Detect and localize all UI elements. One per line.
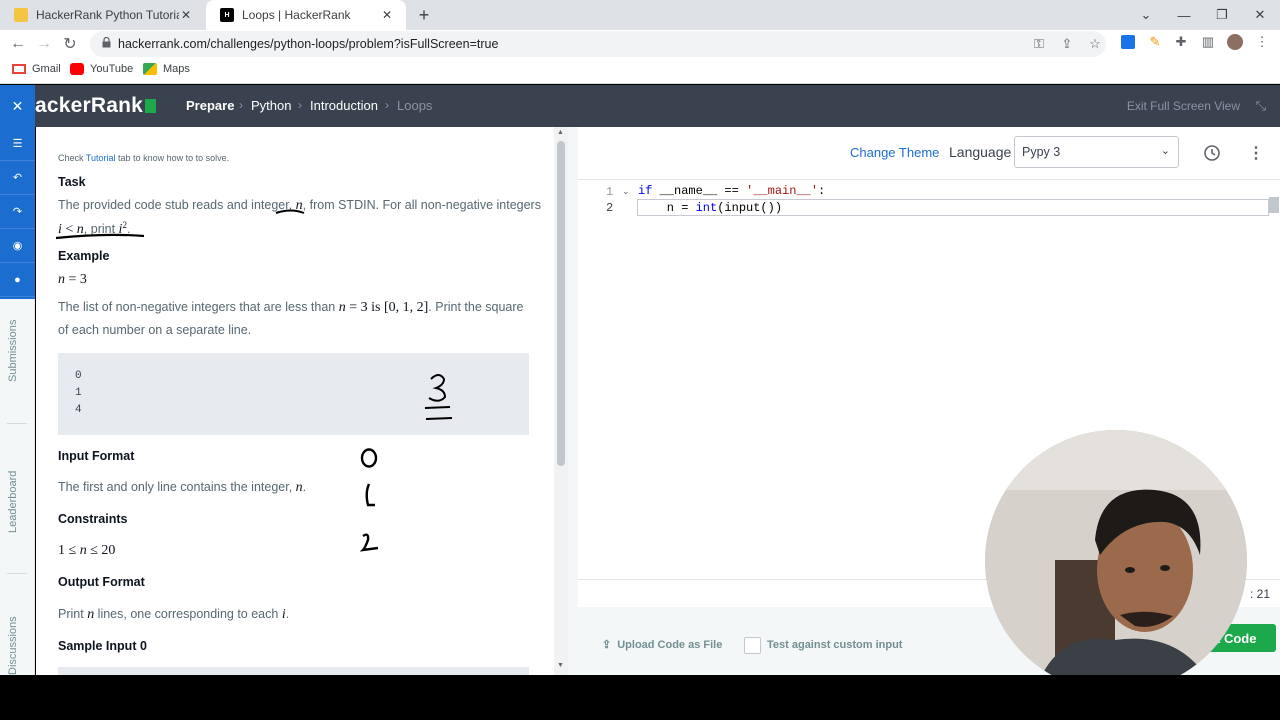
editor-scrollbar[interactable]: [1269, 197, 1279, 213]
browser-tab-tutorial[interactable]: HackerRank Python Tutorial - Pyt ✕: [0, 0, 205, 30]
presenter-video: [985, 430, 1247, 692]
handwritten-annotations: [55, 209, 453, 552]
language-label: Language: [949, 144, 1012, 160]
code-line-1[interactable]: if __name__ == '__main__':: [638, 184, 825, 198]
browser-toolbar: ← → ↻ hackerrank.com/challenges/python-l…: [0, 30, 1280, 58]
line-number: 2: [606, 201, 614, 215]
minimize-icon[interactable]: —: [1165, 0, 1203, 30]
tab-title: Loops | HackerRank: [242, 8, 351, 22]
problem-pane: Check Tutorial tab to know how to to sol…: [36, 127, 554, 675]
breadcrumb-loops: Loops: [397, 98, 433, 113]
back-icon[interactable]: ←: [6, 32, 30, 56]
custom-input-checkbox[interactable]: [744, 637, 761, 654]
more-options-icon[interactable]: ⋮: [1248, 143, 1264, 163]
custom-input-label: Test against custom input: [767, 639, 903, 651]
extension-blue-icon[interactable]: [1119, 33, 1137, 51]
redo-icon[interactable]: ↷: [0, 195, 35, 229]
close-panel-icon[interactable]: ✕: [0, 85, 35, 127]
left-rail: ☰ ↶ ↷ ◉ ● Submissions Leaderboard Discus…: [0, 127, 35, 675]
close-tab-icon[interactable]: ✕: [179, 8, 193, 22]
breadcrumb-separator: ›: [239, 98, 243, 112]
bookmark-maps[interactable]: Maps: [143, 63, 190, 75]
upload-icon: ⇪: [602, 639, 612, 651]
breadcrumb-prepare[interactable]: Prepare: [186, 98, 234, 113]
address-bar[interactable]: hackerrank.com/challenges/python-loops/p…: [90, 31, 1106, 57]
screen: HackerRank Python Tutorial - Pyt ✕ H Loo…: [0, 0, 1280, 720]
new-tab-icon[interactable]: +: [414, 0, 434, 30]
pane-splitter[interactable]: [568, 127, 578, 675]
folder-favicon-icon: [14, 8, 28, 22]
close-tab-icon[interactable]: ✕: [380, 8, 394, 22]
chrome-menu-icon[interactable]: ⋮: [1253, 33, 1271, 51]
youtube-icon: [70, 63, 84, 75]
hackerrank-favicon-icon: H: [220, 8, 234, 22]
share-icon[interactable]: ⇪: [1058, 35, 1076, 53]
browser-tab-loops[interactable]: H Loops | HackerRank ✕: [206, 0, 406, 30]
maps-icon: [143, 63, 157, 75]
hackerrank-header: ✕ ackerRank Prepare › Python › Introduct…: [0, 85, 1280, 127]
gmail-icon: [12, 64, 26, 74]
scroll-up-icon[interactable]: ▲: [557, 129, 564, 136]
letterbox-bar: [0, 675, 1280, 720]
breadcrumb-python[interactable]: Python: [251, 98, 291, 113]
browser-tabbar: HackerRank Python Tutorial - Pyt ✕ H Loo…: [0, 0, 1280, 30]
breadcrumb-introduction[interactable]: Introduction: [310, 98, 378, 113]
scroll-down-icon[interactable]: ▼: [557, 662, 564, 669]
forward-icon[interactable]: →: [32, 32, 56, 56]
code-line-2[interactable]: n = int(input()): [638, 201, 782, 215]
record-icon[interactable]: ●: [0, 263, 35, 297]
scrollbar-thumb[interactable]: [557, 141, 565, 466]
lock-icon: [102, 37, 111, 48]
rail-submissions[interactable]: Submissions: [7, 320, 19, 382]
exit-fullscreen-link[interactable]: Exit Full Screen View: [1127, 99, 1240, 113]
fold-chevron-icon[interactable]: ⌄: [622, 186, 630, 197]
breadcrumb-separator: ›: [385, 98, 389, 112]
puzzle-icon[interactable]: ✚: [1172, 33, 1190, 51]
tab-search-icon[interactable]: ⌄: [1127, 0, 1165, 30]
bookmark-star-icon[interactable]: ☆: [1086, 35, 1104, 53]
line-number: 1: [606, 185, 614, 199]
rail-discussions[interactable]: Discussions: [7, 616, 19, 675]
problem-scrollbar[interactable]: ▲ ▼: [554, 127, 568, 675]
camera-icon[interactable]: ◉: [0, 229, 35, 263]
language-select[interactable]: Pypy 3 ⌄: [1014, 136, 1179, 168]
tab-title: HackerRank Python Tutorial - Pyt: [36, 8, 179, 22]
rail-leaderboard[interactable]: Leaderboard: [7, 471, 19, 533]
url-text: hackerrank.com/challenges/python-loops/p…: [118, 37, 499, 51]
pencil-icon[interactable]: ✎: [1146, 33, 1164, 51]
bookmark-label: Maps: [163, 63, 190, 75]
bookmarks-bar: Gmail YouTube Maps: [0, 58, 1280, 84]
chevron-down-icon: ⌄: [1160, 145, 1170, 157]
reload-icon[interactable]: ↻: [58, 32, 82, 56]
history-icon[interactable]: [1202, 143, 1222, 163]
profile-avatar[interactable]: [1226, 33, 1244, 51]
hackerrank-logo[interactable]: ackerRank: [35, 94, 157, 118]
bookmark-youtube[interactable]: YouTube: [70, 63, 133, 75]
webcam-overlay: [985, 430, 1247, 692]
undo-icon[interactable]: ↶: [0, 161, 35, 195]
upload-code-button[interactable]: ⇪ Upload Code as File: [602, 638, 722, 651]
side-panel-icon[interactable]: ▥: [1199, 33, 1217, 51]
editor-header: Change Theme Language Pypy 3 ⌄ ⋮: [578, 127, 1280, 179]
settings-sliders-icon[interactable]: ☰: [0, 127, 35, 161]
key-icon[interactable]: ⚿: [1030, 35, 1048, 53]
window-close-icon[interactable]: ✕: [1241, 0, 1279, 30]
bookmark-label: Gmail: [32, 63, 61, 75]
language-value: Pypy 3: [1022, 145, 1061, 159]
bookmark-gmail[interactable]: Gmail: [12, 63, 61, 75]
rail-divider: [7, 423, 27, 424]
collapse-icon[interactable]: ⤡: [1256, 98, 1266, 114]
bookmark-label: YouTube: [90, 63, 134, 75]
rail-divider: [7, 573, 27, 574]
breadcrumb-separator: ›: [298, 98, 302, 112]
maximize-icon[interactable]: ❐: [1203, 0, 1241, 30]
rail-tools: ☰ ↶ ↷ ◉ ●: [0, 127, 35, 299]
cursor-position: : 21: [1249, 587, 1270, 601]
change-theme-link[interactable]: Change Theme: [850, 145, 939, 160]
